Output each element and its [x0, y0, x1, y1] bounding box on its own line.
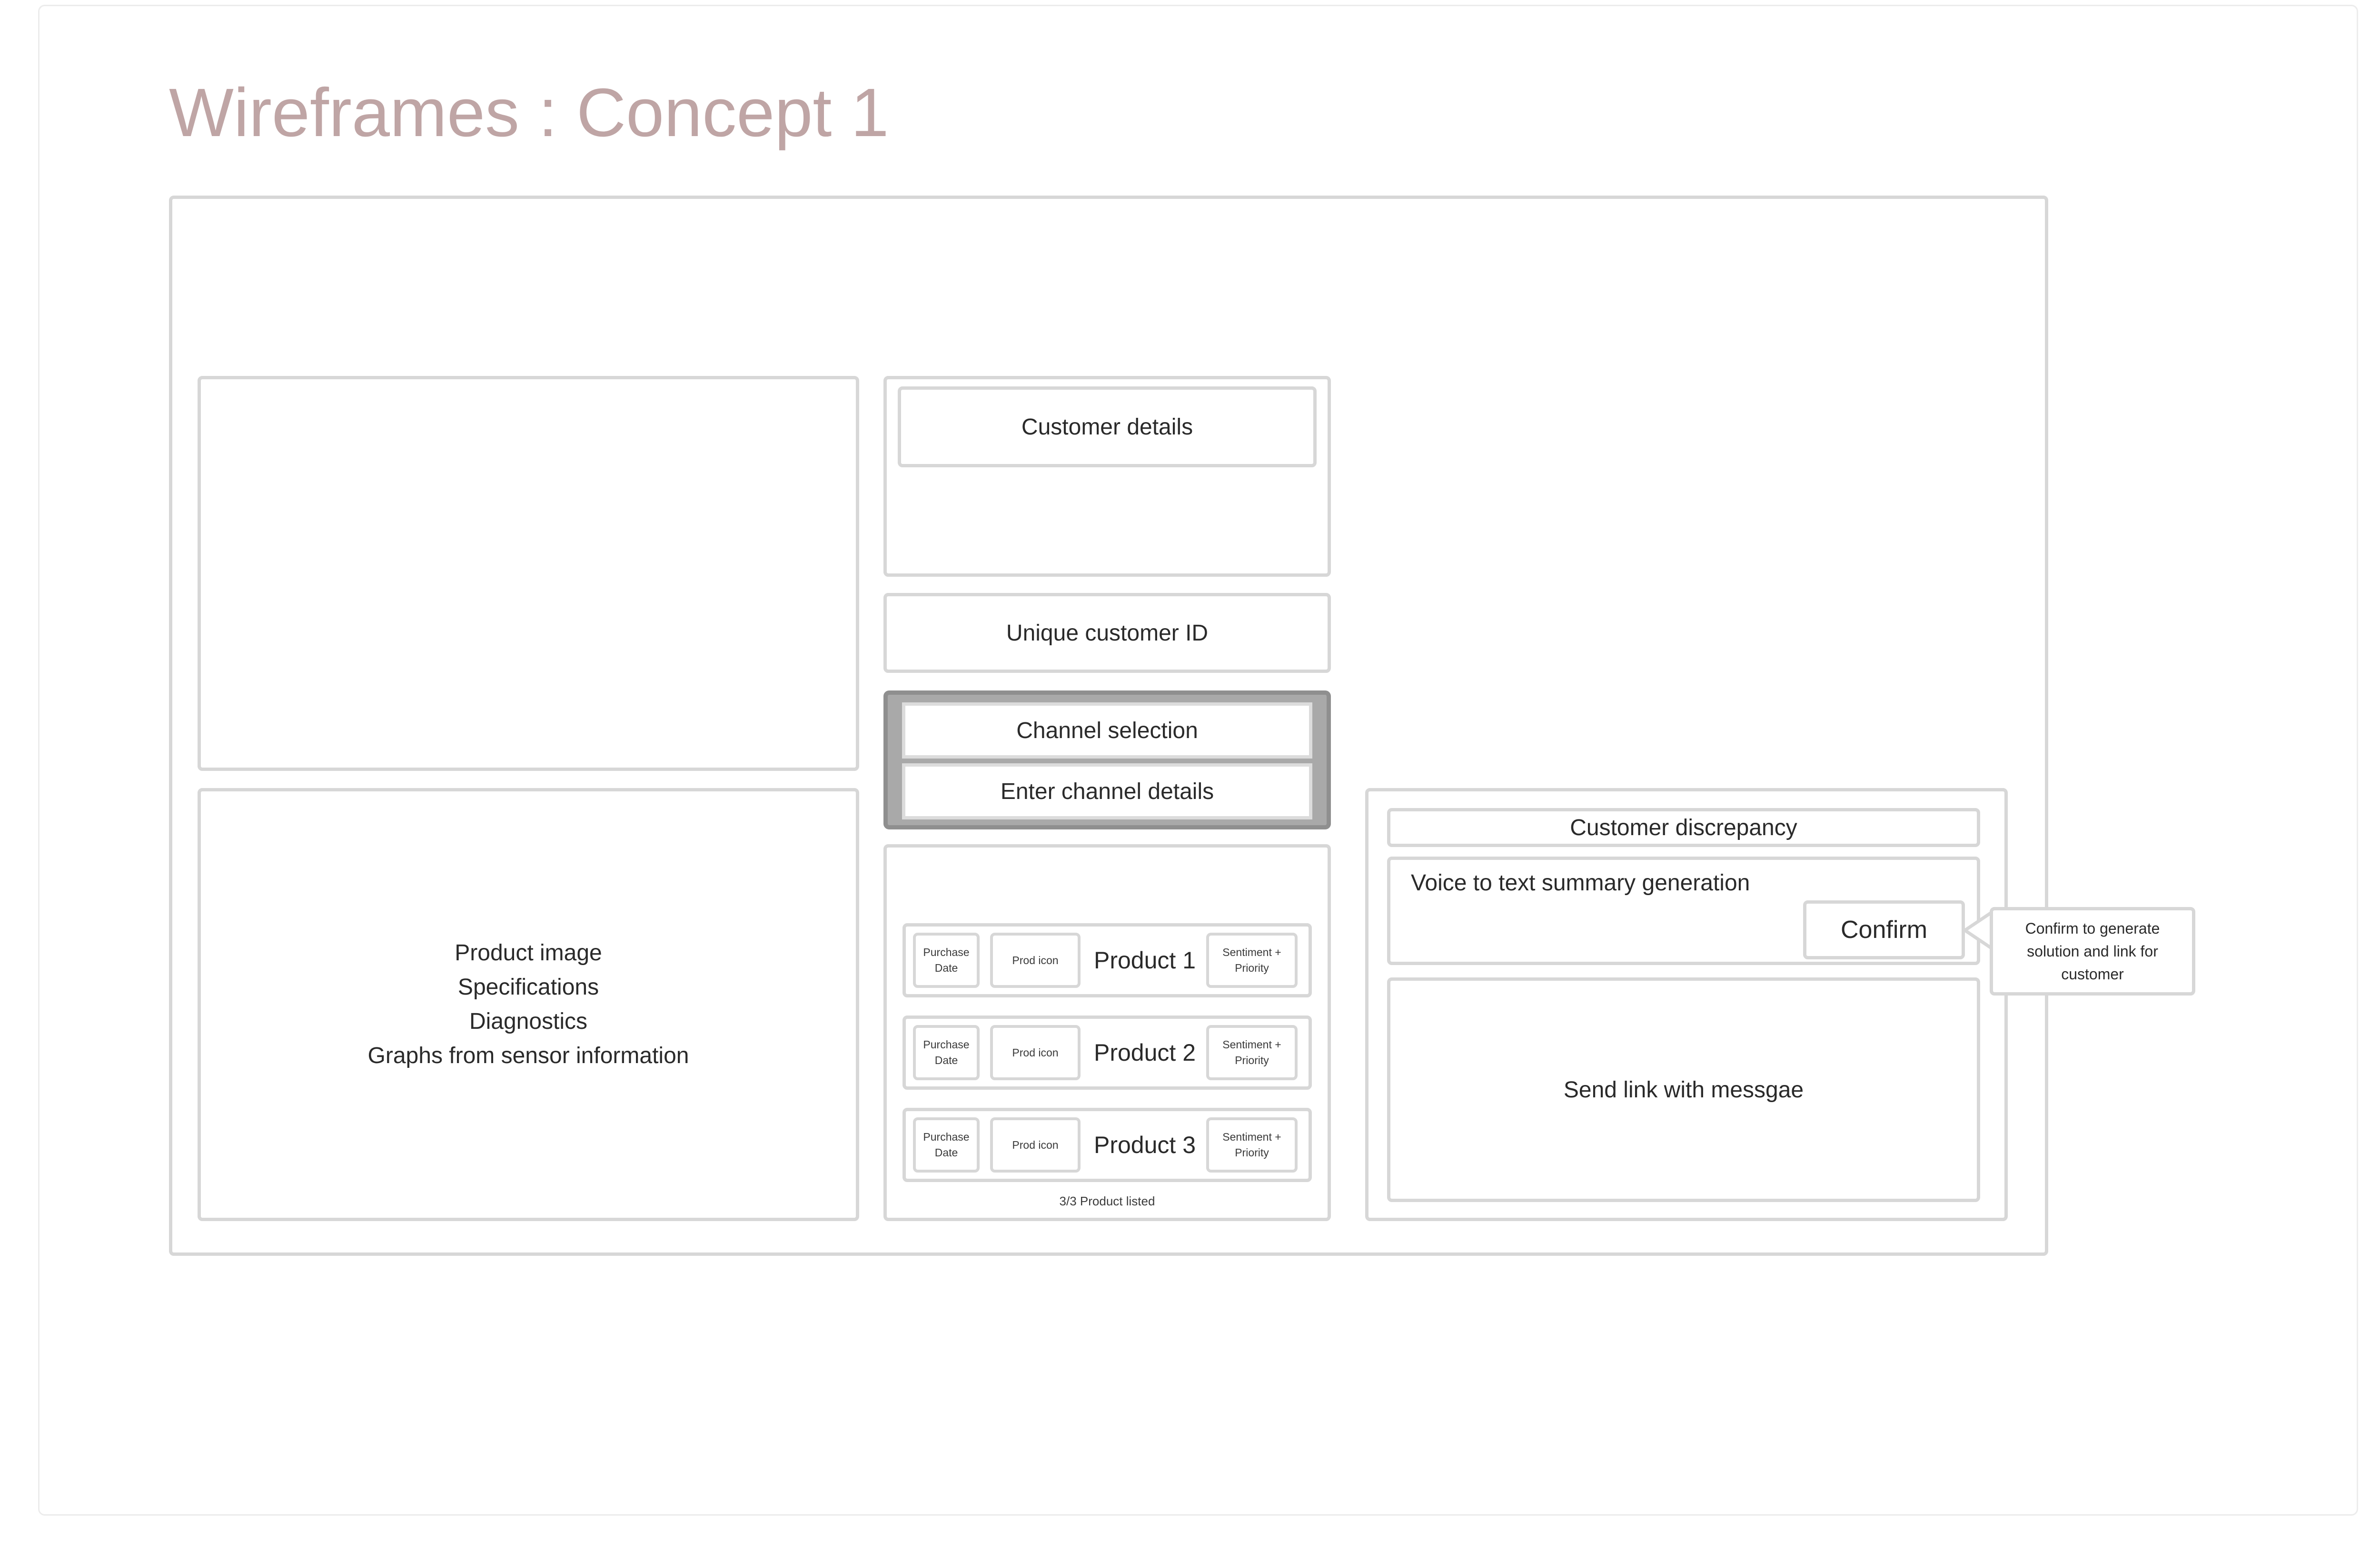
confirm-tooltip: Confirm to generate solution and link fo…	[1990, 907, 2195, 996]
purchase-date-label: Purchase Date	[923, 1038, 970, 1066]
product-icon-box: Prod icon	[990, 1117, 1081, 1173]
send-link-label: Send link with messgae	[1563, 1077, 1804, 1103]
customer-details-label: Customer details	[1021, 414, 1193, 440]
diagnostics-label: Diagnostics	[469, 1009, 588, 1034]
purchase-date-box: Purchase Date	[913, 1117, 980, 1173]
image-placeholder-panel	[198, 376, 859, 771]
sentiment-priority-label: Sentiment + Priority	[1222, 1130, 1281, 1159]
customer-discrepancy-label: Customer discrepancy	[1570, 815, 1797, 840]
specifications-label: Specifications	[457, 975, 599, 1000]
product-name: Product 3	[1093, 1132, 1196, 1158]
enter-channel-details-input[interactable]: Enter channel details	[902, 763, 1312, 819]
purchase-date-label: Purchase Date	[923, 946, 970, 974]
customer-details-header[interactable]: Customer details	[898, 386, 1317, 467]
channel-group: Channel selection Enter channel details	[883, 690, 1331, 829]
product-icon-label: Prod icon	[1012, 1138, 1059, 1151]
purchase-date-box: Purchase Date	[913, 1025, 980, 1080]
sentiment-priority-label: Sentiment + Priority	[1222, 1038, 1281, 1066]
enter-channel-details-label: Enter channel details	[1000, 779, 1214, 804]
product-icon-box: Prod icon	[990, 933, 1081, 988]
sentiment-priority-box: Sentiment + Priority	[1206, 1025, 1298, 1080]
confirm-tooltip-text: Confirm to generate solution and link fo…	[2025, 920, 2160, 983]
product-name: Product 2	[1093, 1039, 1196, 1066]
product-image-label: Product image	[455, 940, 602, 966]
customer-discrepancy-header: Customer discrepancy	[1387, 808, 1980, 847]
send-link-box[interactable]: Send link with messgae	[1387, 977, 1980, 1202]
unique-customer-id-label: Unique customer ID	[1006, 620, 1209, 646]
sentiment-priority-label: Sentiment + Priority	[1222, 946, 1281, 974]
confirm-button[interactable]: Confirm	[1803, 900, 1965, 959]
voice-summary-label: Voice to text summary generation	[1411, 870, 1750, 896]
product-info-text: Product image Specifications Diagnostics…	[198, 788, 859, 1221]
sentiment-priority-box: Sentiment + Priority	[1206, 1117, 1298, 1173]
channel-selection-label: Channel selection	[1016, 718, 1198, 743]
sensor-graphs-label: Graphs from sensor information	[367, 1043, 689, 1068]
sentiment-priority-box: Sentiment + Priority	[1206, 933, 1298, 988]
product-name: Product 1	[1093, 947, 1196, 974]
product-icon-label: Prod icon	[1012, 954, 1059, 966]
purchase-date-box: Purchase Date	[913, 933, 980, 988]
page-title: Wireframes : Concept 1	[169, 74, 889, 151]
purchase-date-label: Purchase Date	[923, 1130, 970, 1159]
product-count-label: 3/3 Product listed	[1059, 1193, 1155, 1208]
confirm-button-label: Confirm	[1840, 916, 1928, 944]
product-icon-box: Prod icon	[990, 1025, 1081, 1080]
product-icon-label: Prod icon	[1012, 1046, 1059, 1059]
channel-selection-button[interactable]: Channel selection	[902, 702, 1312, 759]
unique-customer-id-field[interactable]: Unique customer ID	[883, 593, 1331, 673]
